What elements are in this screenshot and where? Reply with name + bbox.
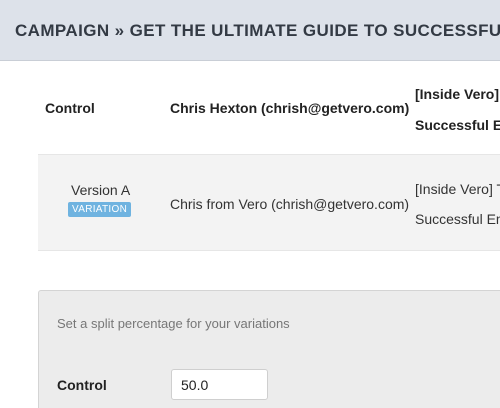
variation-badge: VARIATION [68, 202, 132, 217]
variation-name: Version A [71, 182, 131, 198]
control-split-label: Control [57, 377, 107, 393]
table-row[interactable]: Version A VARIATION Chris from Vero (chr… [38, 154, 500, 251]
control-subject-line-2: Successful Em [415, 117, 500, 133]
variation-subject-line-1: [Inside Vero] T [415, 181, 500, 197]
variation-from: Chris from Vero (chrish@getvero.com) [170, 196, 410, 212]
split-hint: Set a split percentage for your variatio… [57, 316, 290, 331]
table-header-row: Control Chris Hexton (chrish@getvero.com… [0, 61, 500, 154]
control-split-input[interactable] [171, 369, 268, 400]
control-name: Control [45, 100, 95, 116]
split-percentage-panel: Set a split percentage for your variatio… [38, 290, 500, 408]
control-from: Chris Hexton (chrish@getvero.com) [170, 100, 410, 116]
page-title: CAMPAIGN » GET THE ULTIMATE GUIDE TO SUC… [15, 21, 500, 40]
variation-subject-line-2: Successful Em [415, 211, 500, 227]
campaign-page: CAMPAIGN » GET THE ULTIMATE GUIDE TO SUC… [0, 0, 500, 408]
page-header: CAMPAIGN » GET THE ULTIMATE GUIDE TO SUC… [0, 0, 500, 61]
control-subject-line-1: [Inside Vero] T [415, 86, 500, 102]
